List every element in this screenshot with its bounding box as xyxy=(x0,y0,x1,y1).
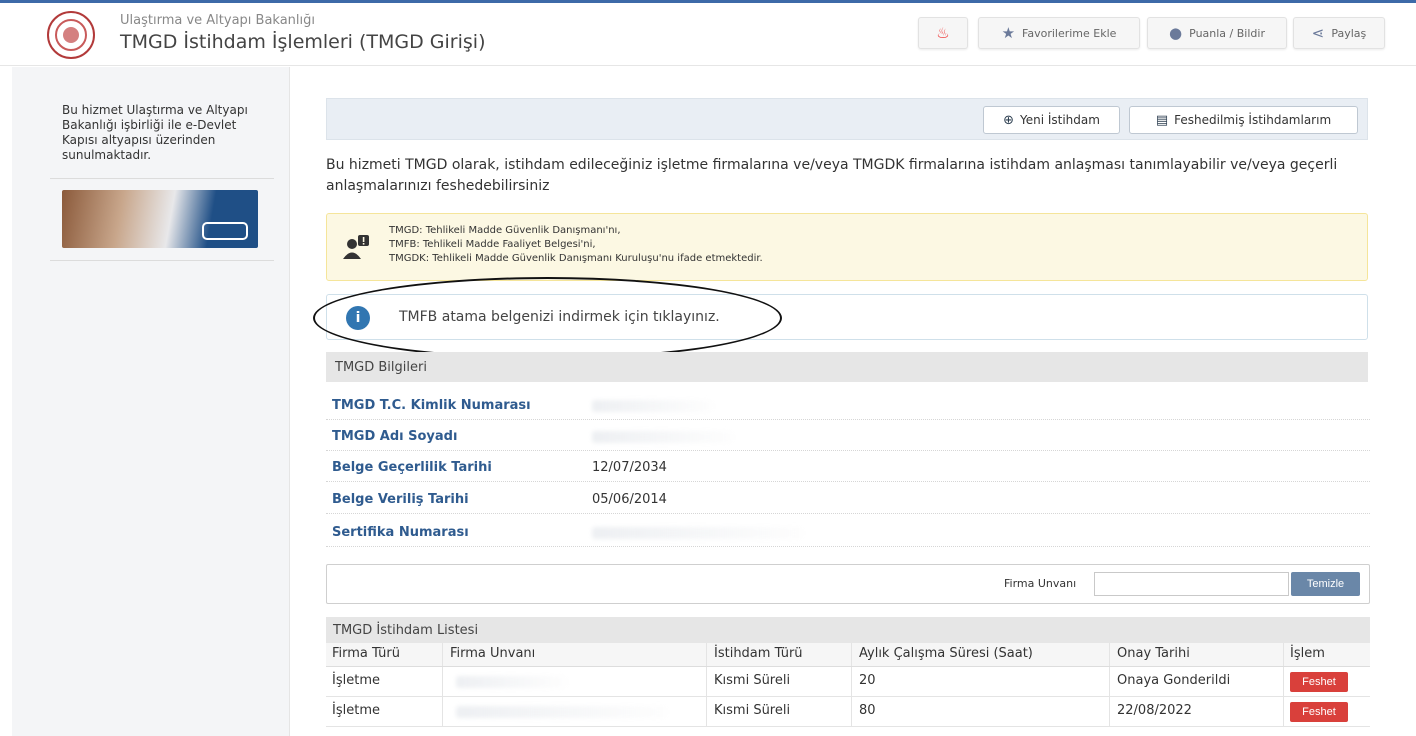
highlight-oval xyxy=(313,277,782,359)
star-icon: ★ xyxy=(1001,24,1016,42)
sidebar-divider xyxy=(50,178,274,179)
field-label: Belge Geçerlilik Tarihi xyxy=(332,460,492,475)
share-label: Paylaş xyxy=(1331,26,1367,40)
terminate-button[interactable]: Feshet xyxy=(1290,672,1348,692)
ministry-logo xyxy=(47,11,95,59)
new-employment-button[interactable]: ⊕ Yeni İstihdam xyxy=(983,106,1120,134)
cell-approval-date: Onaya Gonderildi xyxy=(1117,673,1231,688)
new-employment-label: Yeni İstihdam xyxy=(1019,113,1100,127)
field-label: Sertifika Numarası xyxy=(332,525,469,540)
table-header-row: Firma Türü Firma Unvanı İstihdam Türü Ay… xyxy=(326,643,1370,667)
cell-company-type: İşletme xyxy=(332,703,380,718)
popular-button[interactable]: ♨ xyxy=(918,17,968,49)
table-row: İşletme Kısmi Süreli 80 22/08/2022 Feshe… xyxy=(326,697,1370,727)
cell-hours: 80 xyxy=(859,703,876,718)
cell-employment-type: Kısmi Süreli xyxy=(714,703,791,718)
info-row-id: TMGD T.C. Kimlik Numarası xyxy=(326,392,1370,420)
definitions-notice: TMGD: Tehlikeli Madde Güvenlik Danışmanı… xyxy=(326,213,1368,281)
field-value: 05/06/2014 xyxy=(592,492,667,507)
sidebar-divider xyxy=(50,260,274,261)
user-alert-icon xyxy=(343,235,369,259)
chat-icon: ● xyxy=(1169,24,1183,42)
page-header: Ulaştırma ve Altyapı Bakanlığı TMGD İsti… xyxy=(0,3,1416,66)
field-value: 12/07/2034 xyxy=(592,460,667,475)
ministry-name: Ulaştırma ve Altyapı Bakanlığı xyxy=(120,13,316,28)
info-row-issue: Belge Veriliş Tarihi 05/06/2014 xyxy=(326,486,1370,514)
info-row-certificate: Sertifika Numarası xyxy=(326,519,1370,547)
field-label: TMGD T.C. Kimlik Numarası xyxy=(332,398,531,413)
rate-label: Puanla / Bildir xyxy=(1189,26,1265,40)
column-header: Firma Unvanı xyxy=(450,646,536,661)
action-toolbar: ⊕ Yeni İstihdam ▤ Feshedilmiş İstihdamla… xyxy=(326,98,1368,140)
column-header: Aylık Çalışma Süresi (Saat) xyxy=(859,646,1033,661)
column-header: Onay Tarihi xyxy=(1117,646,1190,661)
notice-line: TMGD: Tehlikeli Madde Güvenlik Danışmanı… xyxy=(389,225,621,236)
field-label: Belge Veriliş Tarihi xyxy=(332,492,469,507)
sidebar-info-text: Bu hizmet Ulaştırma ve Altyapı Bakanlığı… xyxy=(62,103,248,162)
info-row-validity: Belge Geçerlilik Tarihi 12/07/2034 xyxy=(326,454,1370,482)
column-header: İstihdam Türü xyxy=(714,646,803,661)
employment-table: TMGD İstihdam Listesi Firma Türü Firma U… xyxy=(326,617,1370,727)
share-button[interactable]: ⋖ Paylaş xyxy=(1293,17,1385,49)
sidebar-banner-image xyxy=(62,190,258,248)
notice-line: TMGDK: Tehlikeli Madde Güvenlik Danışman… xyxy=(389,253,763,264)
share-icon: ⋖ xyxy=(1311,24,1325,42)
filter-bar: Firma Unvanı Temizle xyxy=(326,564,1370,604)
cell-company-type: İşletme xyxy=(332,673,380,688)
column-header: Firma Türü xyxy=(332,646,401,661)
notice-line: TMFB: Tehlikeli Madde Faaliyet Belgesi'n… xyxy=(389,239,596,250)
terminate-button[interactable]: Feshet xyxy=(1290,702,1348,722)
favorite-button[interactable]: ★ Favorilerime Ekle xyxy=(978,17,1140,49)
rate-button[interactable]: ● Puanla / Bildir xyxy=(1147,17,1287,49)
table-row: İşletme Kısmi Süreli 20 Onaya Gonderildi… xyxy=(326,667,1370,697)
info-row-name: TMGD Adı Soyadı xyxy=(326,423,1370,451)
list-icon: ▤ xyxy=(1155,112,1169,128)
cell-hours: 20 xyxy=(859,673,876,688)
sidebar: Bu hizmet Ulaştırma ve Altyapı Bakanlığı… xyxy=(12,67,290,736)
cell-approval-date: 22/08/2022 xyxy=(1117,703,1192,718)
vr-headset-icon xyxy=(202,222,248,240)
field-label: TMGD Adı Soyadı xyxy=(332,429,458,444)
flame-icon: ♨ xyxy=(936,24,950,42)
tmgd-info-header: TMGD Bilgileri xyxy=(326,352,1368,382)
page-title: TMGD İstihdam İşlemleri (TMGD Girişi) xyxy=(120,31,486,53)
cell-employment-type: Kısmi Süreli xyxy=(714,673,791,688)
table-title: TMGD İstihdam Listesi xyxy=(326,617,1370,643)
favorite-label: Favorilerime Ekle xyxy=(1022,26,1117,40)
company-filter-input[interactable] xyxy=(1094,572,1289,596)
column-header: İşlem xyxy=(1290,646,1325,661)
clear-button[interactable]: Temizle xyxy=(1291,572,1360,596)
terminated-employments-button[interactable]: ▤ Feshedilmiş İstihdamlarım xyxy=(1129,106,1358,134)
terminated-label: Feshedilmiş İstihdamlarım xyxy=(1174,113,1332,127)
plus-circle-icon: ⊕ xyxy=(1003,112,1014,128)
intro-text: Bu hizmeti TMGD olarak, istihdam edilece… xyxy=(326,157,1338,194)
company-filter-label: Firma Unvanı xyxy=(1004,577,1077,590)
